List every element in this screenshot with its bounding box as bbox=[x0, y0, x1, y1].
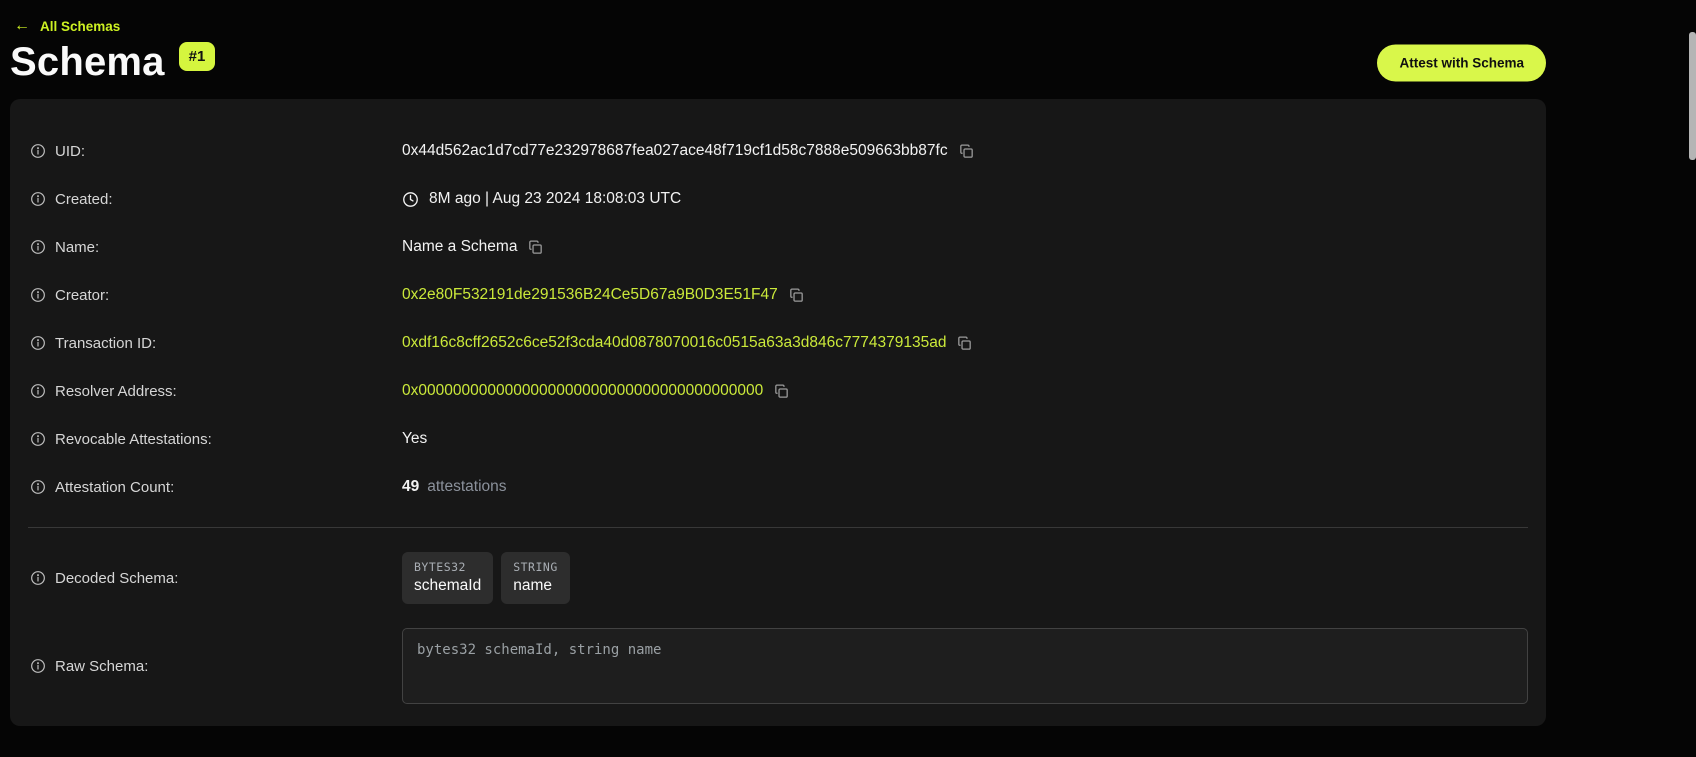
divider bbox=[28, 527, 1528, 528]
field-name: name bbox=[513, 577, 552, 594]
schema-number-badge: #1 bbox=[179, 42, 216, 71]
page-title: Schema bbox=[10, 40, 165, 85]
row-decoded-schema: Decoded Schema: BYTES32 schemaId STRING … bbox=[28, 550, 1528, 606]
info-icon bbox=[30, 191, 46, 207]
copy-icon[interactable] bbox=[958, 143, 975, 160]
attestations-link[interactable]: attestations bbox=[427, 478, 506, 496]
transaction-id-link[interactable]: 0xdf16c8cff2652c6ce52f3cda40d0878070016c… bbox=[402, 334, 946, 352]
info-icon bbox=[30, 287, 46, 303]
name-value: Name a Schema bbox=[402, 238, 517, 256]
copy-icon[interactable] bbox=[527, 239, 544, 256]
info-icon bbox=[30, 143, 46, 159]
copy-icon[interactable] bbox=[788, 287, 805, 304]
back-to-all-schemas-link[interactable]: ← All Schemas bbox=[14, 18, 120, 34]
schema-detail-card: UID: 0x44d562ac1d7cd77e232978687fea027ac… bbox=[10, 99, 1546, 726]
row-attestation-count-label: Attestation Count: bbox=[55, 479, 174, 496]
info-icon bbox=[30, 479, 46, 495]
row-created-label: Created: bbox=[55, 191, 113, 208]
page-container: ← All Schemas Schema #1 Attest with Sche… bbox=[10, 0, 1546, 726]
revocable-value: Yes bbox=[402, 430, 427, 448]
attest-with-schema-button[interactable]: Attest with Schema bbox=[1377, 44, 1546, 81]
back-link-label: All Schemas bbox=[40, 19, 120, 34]
copy-icon[interactable] bbox=[956, 335, 973, 352]
info-icon bbox=[30, 383, 46, 399]
row-decoded-schema-label: Decoded Schema: bbox=[55, 570, 178, 587]
row-uid-label: UID: bbox=[55, 143, 85, 160]
info-icon bbox=[30, 658, 46, 674]
schema-field-chip: BYTES32 schemaId bbox=[402, 552, 493, 604]
row-transaction-id: Transaction ID: 0xdf16c8cff2652c6ce52f3c… bbox=[28, 319, 1528, 367]
field-name: schemaId bbox=[414, 577, 481, 594]
info-icon bbox=[30, 335, 46, 351]
arrow-left-icon: ← bbox=[14, 18, 30, 34]
clock-icon bbox=[402, 191, 419, 208]
uid-value: 0x44d562ac1d7cd77e232978687fea027ace48f7… bbox=[402, 142, 948, 160]
scrollbar-track[interactable] bbox=[1689, 0, 1696, 757]
resolver-address-link[interactable]: 0x00000000000000000000000000000000000000… bbox=[402, 382, 763, 400]
info-icon bbox=[30, 431, 46, 447]
scrollbar-thumb[interactable] bbox=[1689, 32, 1696, 160]
row-revocable-attestations: Revocable Attestations: Yes bbox=[28, 415, 1528, 463]
creator-address-link[interactable]: 0x2e80F532191de291536B24Ce5D67a9B0D3E51F… bbox=[402, 286, 778, 304]
field-type: BYTES32 bbox=[414, 560, 481, 574]
copy-icon[interactable] bbox=[773, 383, 790, 400]
row-name-label: Name: bbox=[55, 239, 99, 256]
row-created: Created: 8M ago | Aug 23 2024 18:08:03 U… bbox=[28, 175, 1528, 223]
row-revocable-label: Revocable Attestations: bbox=[55, 431, 212, 448]
info-icon bbox=[30, 570, 46, 586]
field-type: STRING bbox=[513, 560, 558, 574]
row-name: Name: Name a Schema bbox=[28, 223, 1528, 271]
info-icon bbox=[30, 239, 46, 255]
attestation-count-value: 49 bbox=[402, 478, 419, 496]
row-creator-label: Creator: bbox=[55, 287, 109, 304]
created-value: 8M ago | Aug 23 2024 18:08:03 UTC bbox=[429, 190, 681, 208]
row-resolver-address-label: Resolver Address: bbox=[55, 383, 177, 400]
row-raw-schema-label: Raw Schema: bbox=[55, 658, 148, 675]
raw-schema-textarea[interactable]: bytes32 schemaId, string name bbox=[402, 628, 1528, 704]
schema-field-chip: STRING name bbox=[501, 552, 570, 604]
row-uid: UID: 0x44d562ac1d7cd77e232978687fea027ac… bbox=[28, 127, 1528, 175]
row-resolver-address: Resolver Address: 0x00000000000000000000… bbox=[28, 367, 1528, 415]
header: Schema #1 Attest with Schema bbox=[10, 40, 1546, 85]
row-attestation-count: Attestation Count: 49 attestations bbox=[28, 463, 1528, 511]
row-raw-schema: Raw Schema: bytes32 schemaId, string nam… bbox=[28, 628, 1528, 704]
row-transaction-id-label: Transaction ID: bbox=[55, 335, 156, 352]
row-creator: Creator: 0x2e80F532191de291536B24Ce5D67a… bbox=[28, 271, 1528, 319]
decoded-schema-chips: BYTES32 schemaId STRING name bbox=[402, 552, 570, 604]
